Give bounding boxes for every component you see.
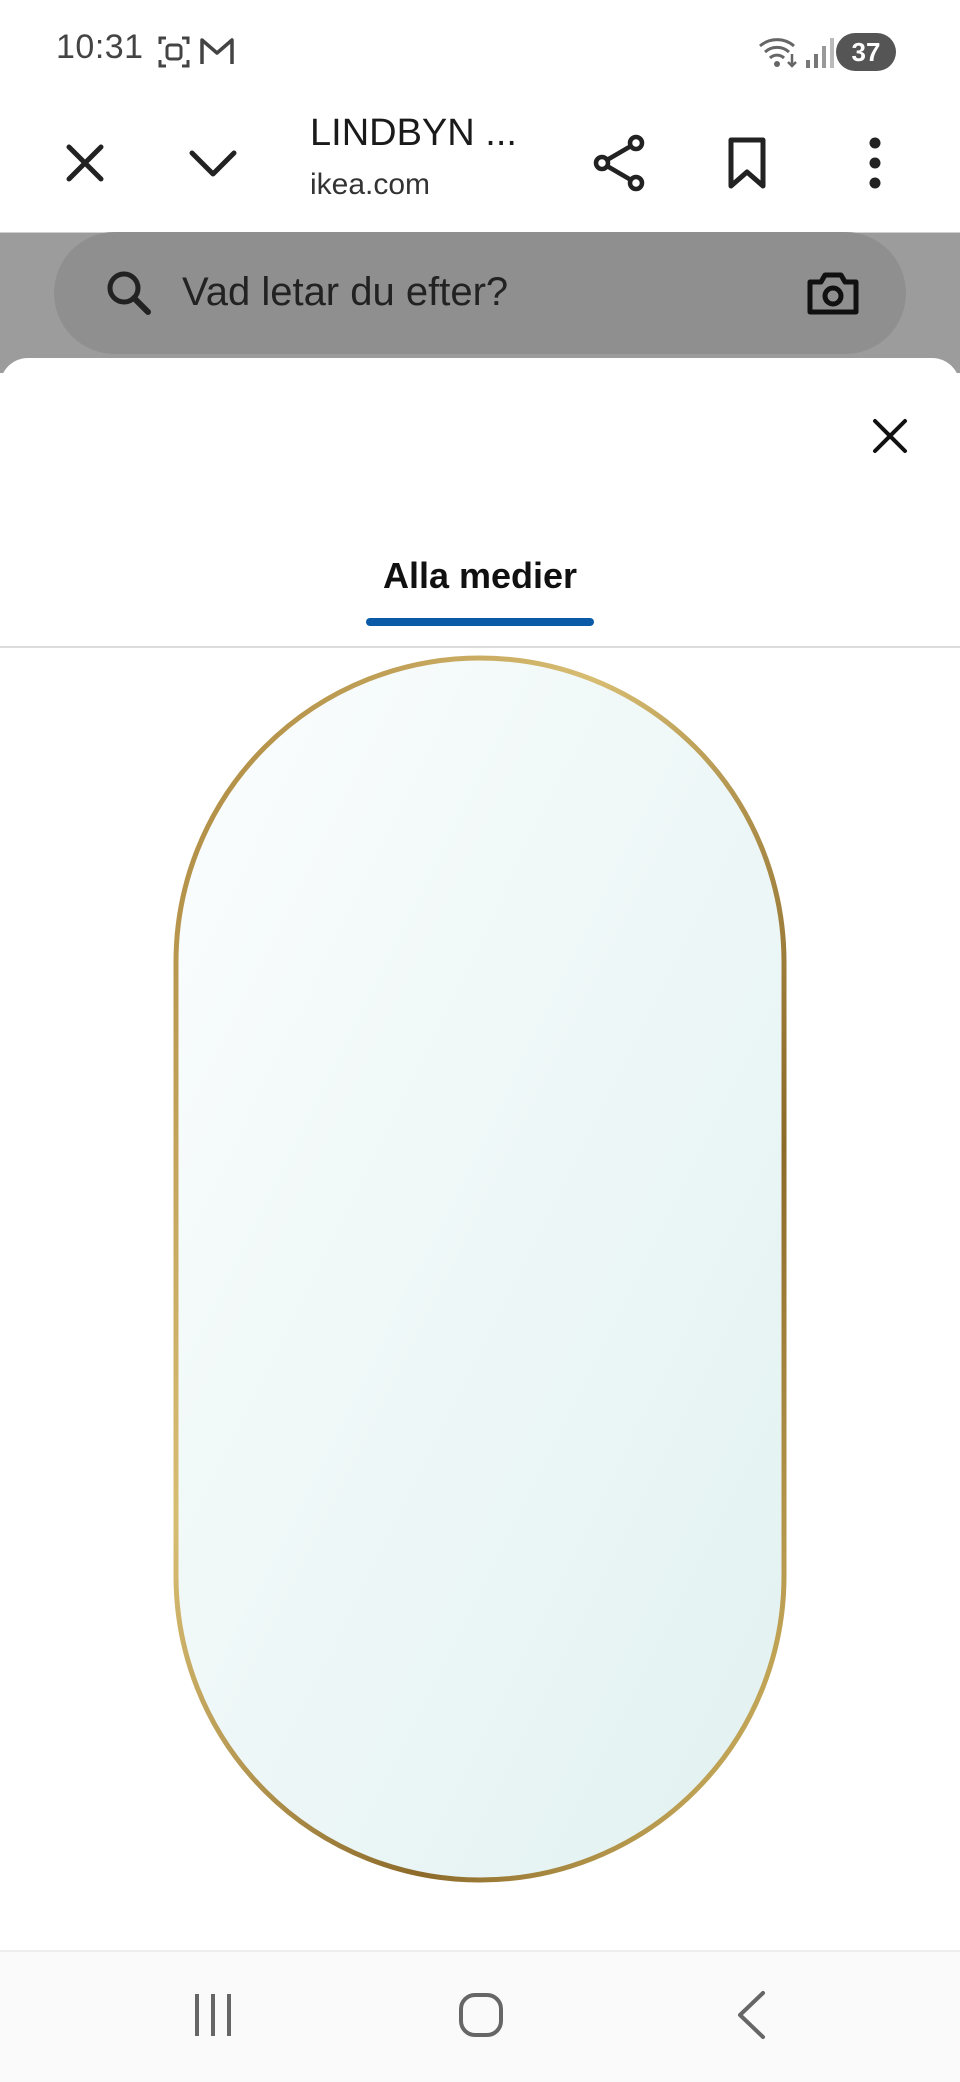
recents-icon — [191, 1992, 235, 2043]
recents-button[interactable] — [168, 1982, 258, 2052]
home-icon — [457, 1991, 505, 2044]
home-button[interactable] — [436, 1982, 526, 2052]
system-nav-bar — [0, 1950, 960, 2082]
close-icon — [872, 418, 908, 459]
screenshot-icon — [156, 34, 192, 75]
share-button[interactable] — [574, 120, 664, 210]
tab-all-media[interactable]: Alla medier — [360, 554, 600, 626]
back-icon — [735, 1990, 767, 2045]
more-vert-icon — [867, 137, 883, 194]
modal-close-button[interactable] — [850, 398, 930, 478]
more-options-button[interactable] — [830, 120, 920, 210]
share-icon — [592, 134, 646, 197]
expand-button[interactable] — [168, 120, 258, 210]
status-time: 10:31 — [56, 28, 144, 66]
battery-level: 37 — [851, 36, 881, 67]
tab-active-indicator — [366, 618, 594, 626]
tab-label: Alla medier — [382, 555, 578, 596]
battery-indicator: 37 — [836, 33, 896, 71]
wifi-icon — [756, 34, 800, 75]
camera-icon[interactable] — [806, 268, 860, 321]
product-image[interactable] — [0, 648, 960, 1950]
page-title[interactable]: LINDBYN ... — [310, 112, 517, 155]
signal-icon — [804, 34, 834, 75]
close-icon — [63, 141, 107, 190]
search-icon — [104, 268, 154, 323]
browser-toolbar: LINDBYN ... ikea.com — [0, 100, 960, 234]
page-url[interactable]: ikea.com — [310, 168, 430, 202]
bookmark-icon — [727, 136, 767, 195]
chevron-down-icon — [188, 148, 238, 183]
gmail-icon — [198, 34, 236, 73]
close-tab-button[interactable] — [40, 120, 130, 210]
media-modal: Alla medier — [0, 358, 960, 1950]
bookmark-button[interactable] — [702, 120, 792, 210]
back-button[interactable] — [706, 1982, 796, 2052]
search-bar[interactable]: Vad letar du efter? — [54, 232, 906, 354]
search-input[interactable]: Vad letar du efter? — [182, 270, 508, 315]
status-bar: 10:31 37 — [0, 0, 960, 100]
mirror-illustration — [0, 648, 960, 1950]
